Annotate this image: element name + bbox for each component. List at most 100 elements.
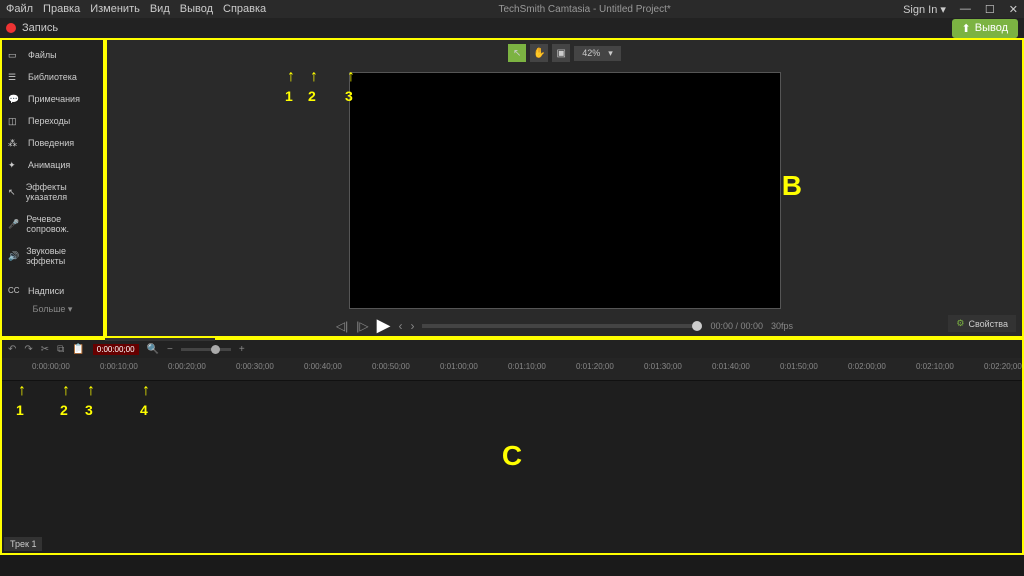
step-back-icon[interactable]: ‹: [398, 319, 402, 333]
audio-icon: 🔊: [8, 251, 20, 261]
playback-controls: ◁| |▷ ▶ ‹ › 00:00 / 00:00 30fps: [107, 315, 1022, 336]
tick: 0:02:00;00: [848, 362, 886, 371]
sidebar-item-behaviors[interactable]: ⁂Поведения: [2, 132, 103, 154]
record-bar: Запись ⬆ Вывод: [0, 18, 1024, 38]
sidebar-item-animations[interactable]: ✦Анимация: [2, 154, 103, 176]
sidebar-item-cursor[interactable]: ↖Эффекты указателя: [2, 176, 103, 208]
sidebar-item-audio[interactable]: 🔊Звуковые эффекты: [2, 240, 103, 272]
tick: 0:02:10;00: [916, 362, 954, 371]
tick: 0:00:40;00: [304, 362, 342, 371]
annotations-icon: 💬: [8, 94, 22, 104]
playhead-time: 0:00:00;00: [93, 344, 139, 355]
step-fwd-icon[interactable]: ›: [410, 319, 414, 333]
tick: 0:01:20;00: [576, 362, 614, 371]
behaviors-icon: ⁂: [8, 138, 22, 148]
tools-sidebar: ▭Файлы ☰Библиотека 💬Примечания ◫Переходы…: [0, 38, 105, 338]
gear-icon: ⚙: [956, 318, 964, 329]
paste-icon[interactable]: 📋: [72, 344, 84, 355]
record-icon: [6, 23, 16, 33]
cut-icon[interactable]: ✂: [41, 344, 49, 355]
close-icon[interactable]: ✕: [1009, 3, 1018, 16]
tick: 0:02:20;00: [984, 362, 1022, 371]
zoom-level[interactable]: 42%▾: [574, 46, 621, 61]
tick: 0:01:10;00: [508, 362, 546, 371]
sidebar-item-annotations[interactable]: 💬Примечания: [2, 88, 103, 110]
timeline-toolbar: ↶ ↷ ✂ ⧉ 📋 0:00:00;00 🔍 − +: [0, 338, 1024, 358]
canvas-toolbar: ↖ ✋ ▣ 42%▾: [508, 44, 621, 62]
sidebar-item-captions[interactable]: CCНадписи: [2, 280, 103, 302]
export-button[interactable]: ⬆ Вывод: [952, 19, 1018, 38]
window-title: TechSmith Camtasia - Untitled Project*: [498, 4, 670, 15]
chevron-down-icon: ▾: [608, 48, 613, 59]
time-display: 00:00 / 00:00: [710, 321, 763, 331]
copy-icon[interactable]: ⧉: [57, 344, 64, 355]
annotation-num: 4: [140, 402, 148, 418]
menu-share[interactable]: Вывод: [180, 3, 213, 15]
tick: 0:01:00;00: [440, 362, 478, 371]
cursor-icon: ↖: [8, 187, 20, 197]
main-area: ▭Файлы ☰Библиотека 💬Примечания ◫Переходы…: [0, 38, 1024, 338]
cc-icon: CC: [8, 286, 22, 296]
tick: 0:00:30;00: [236, 362, 274, 371]
tick: 0:01:50;00: [780, 362, 818, 371]
redo-icon[interactable]: ↷: [24, 344, 32, 355]
maximize-icon[interactable]: ☐: [985, 3, 995, 16]
minimize-icon[interactable]: —: [960, 3, 971, 15]
sidebar-item-voice[interactable]: 🎤Речевое сопровож.: [2, 208, 103, 240]
undo-icon[interactable]: ↶: [8, 344, 16, 355]
menu-help[interactable]: Справка: [223, 3, 266, 15]
menu-view[interactable]: Вид: [150, 3, 170, 15]
preview-canvas[interactable]: [349, 72, 781, 309]
tick: 0:00:50;00: [372, 362, 410, 371]
signin-link[interactable]: Sign In ▾: [903, 3, 946, 16]
annotation-num: 1: [16, 402, 24, 418]
scrubber[interactable]: [422, 324, 702, 328]
annotation-num: 3: [85, 402, 93, 418]
crop-tool[interactable]: ▣: [552, 44, 570, 62]
annotation-arrow: ↑: [87, 382, 95, 400]
sidebar-item-library[interactable]: ☰Библиотека: [2, 66, 103, 88]
fps-display: 30fps: [771, 321, 793, 331]
window-controls: Sign In ▾ — ☐ ✕: [903, 3, 1018, 16]
next-frame-icon[interactable]: |▷: [356, 319, 368, 333]
scrubber-thumb[interactable]: [692, 321, 702, 331]
preview-panel: ↖ ✋ ▣ 42%▾ ↑ ↑ ↑ 1 2 3 B ◁| |▷ ▶ ‹ › 00:…: [105, 38, 1024, 338]
annotation-arrow: ↑: [18, 382, 26, 400]
annotation-num: 2: [60, 402, 68, 418]
record-button[interactable]: Запись: [6, 22, 58, 34]
pan-tool[interactable]: ✋: [530, 44, 548, 62]
prev-frame-icon[interactable]: ◁|: [336, 319, 348, 333]
menu-file[interactable]: Файл: [6, 3, 33, 15]
timeline-panel: 0:00:00;00 0:00:10;00 0:00:20;00 0:00:30;00…: [0, 358, 1024, 555]
zoom-slider[interactable]: [181, 348, 231, 351]
tick: 0:00:10;00: [100, 362, 138, 371]
annotation-arrow: ↑: [62, 382, 70, 400]
mic-icon: 🎤: [8, 219, 20, 229]
tick: 0:01:30;00: [644, 362, 682, 371]
tick: 0:01:40;00: [712, 362, 750, 371]
menu-edit[interactable]: Правка: [43, 3, 80, 15]
main-menu: Файл Правка Изменить Вид Вывод Справка: [6, 3, 266, 15]
library-icon: ☰: [8, 72, 22, 82]
timeline-ruler[interactable]: 0:00:00;00 0:00:10;00 0:00:20;00 0:00:30;00…: [2, 358, 1022, 381]
edit-tool[interactable]: ↖: [508, 44, 526, 62]
annotation-arrow: ↑: [287, 68, 295, 86]
sidebar-item-transitions[interactable]: ◫Переходы: [2, 110, 103, 132]
properties-button[interactable]: ⚙Свойства: [948, 315, 1016, 332]
zoom-in-icon[interactable]: +: [239, 344, 245, 355]
sidebar-item-media[interactable]: ▭Файлы: [2, 44, 103, 66]
animations-icon: ✦: [8, 160, 22, 170]
tick: 0:00:20;00: [168, 362, 206, 371]
tick: 0:00:00;00: [32, 362, 70, 371]
sidebar-more[interactable]: Больше ▾: [2, 302, 103, 317]
play-button[interactable]: ▶: [377, 315, 391, 336]
menu-modify[interactable]: Изменить: [90, 3, 140, 15]
annotation-num: 2: [308, 88, 316, 104]
annotation-arrow: ↑: [347, 68, 355, 86]
track-label[interactable]: Трек 1: [4, 537, 42, 551]
zoom-thumb[interactable]: [211, 345, 220, 354]
zoom-out-icon[interactable]: −: [167, 344, 173, 355]
zoom-icon[interactable]: 🔍: [147, 344, 159, 355]
annotation-arrow: ↑: [142, 382, 150, 400]
export-icon: ⬆: [962, 22, 971, 35]
